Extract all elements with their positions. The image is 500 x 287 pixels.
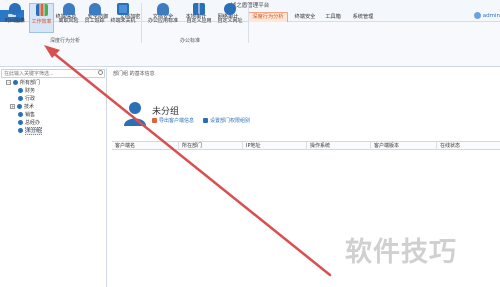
user-menu[interactable]: admin bbox=[473, 12, 500, 22]
work-efficiency-label: 工作效率 bbox=[31, 19, 52, 25]
group-name-title: 未分组 bbox=[152, 107, 180, 117]
department-icon bbox=[18, 112, 23, 117]
tab-deep-behavior[interactable]: 深度行为分析 bbox=[248, 12, 288, 22]
time-image-button[interactable]: 时间图像 bbox=[2, 3, 28, 33]
column-department[interactable]: 所在部门 bbox=[178, 142, 242, 150]
department-icon bbox=[18, 120, 23, 125]
globe-icon bbox=[224, 3, 236, 15]
clock-icon bbox=[9, 3, 21, 15]
person-track-icon bbox=[88, 3, 101, 15]
tab-toolbox[interactable]: 工具箱 bbox=[324, 12, 342, 22]
export-icon bbox=[152, 118, 157, 123]
office-standard-button[interactable]: 办公应用标准 bbox=[144, 3, 182, 33]
ribbon-separator bbox=[248, 3, 249, 43]
custom-url-button[interactable]: 自定义网址 bbox=[215, 3, 245, 33]
tree-item-finance[interactable]: 财务 bbox=[18, 88, 35, 95]
column-client-name[interactable]: 客户端名 bbox=[112, 142, 178, 150]
employee-track-button[interactable]: 员工追踪 bbox=[82, 3, 107, 33]
custom-app-label: 自定义应用 bbox=[186, 18, 212, 24]
department-icon bbox=[18, 96, 23, 101]
settings-icon bbox=[203, 118, 208, 123]
terminal-not-off-label: 终端未关机 bbox=[110, 18, 136, 24]
tree-item-ungrouped[interactable]: 未分组 bbox=[18, 127, 43, 135]
work-efficiency-button[interactable]: 工作效率 bbox=[29, 3, 54, 33]
group-person-icon bbox=[122, 100, 148, 128]
column-os[interactable]: 操作系统 bbox=[306, 142, 370, 150]
export-client-info-link[interactable]: 导出客户端信息 bbox=[152, 117, 194, 124]
tree-item-tech[interactable]: + 技术 bbox=[10, 104, 34, 111]
search-input[interactable] bbox=[1, 69, 105, 78]
tree-item-sales[interactable]: 销售 bbox=[18, 112, 35, 119]
department-icon bbox=[18, 88, 23, 93]
person-risk-icon bbox=[62, 3, 75, 15]
office-person-icon bbox=[157, 3, 169, 15]
employee-track-label: 员工追踪 bbox=[84, 18, 105, 24]
user-name: admin bbox=[482, 13, 500, 19]
set-department-permission-link[interactable]: 设置部门权限组别 bbox=[203, 117, 250, 124]
time-image-label: 时间图像 bbox=[4, 18, 25, 24]
tree-item-admin[interactable]: 行政 bbox=[18, 96, 35, 103]
department-panel bbox=[0, 68, 107, 287]
terminal-not-off-button[interactable]: 终端未关机 bbox=[108, 3, 138, 33]
custom-url-label: 自定义网址 bbox=[217, 18, 243, 24]
monitor-icon bbox=[117, 3, 129, 15]
ribbon-separator bbox=[141, 3, 142, 43]
department-icon bbox=[17, 104, 22, 109]
custom-app-button[interactable]: 自定义应用 bbox=[184, 3, 214, 33]
column-ip-address[interactable]: IP地址 bbox=[242, 142, 306, 150]
tab-terminal-security[interactable]: 终端安全 bbox=[292, 12, 318, 22]
department-icon bbox=[18, 128, 23, 133]
tree-item-gm-office[interactable]: 总经办 bbox=[18, 120, 40, 127]
column-client-version[interactable]: 客户端版本 bbox=[370, 142, 436, 150]
column-online-status[interactable]: 在线状态 bbox=[436, 142, 498, 150]
collapse-icon[interactable]: − bbox=[6, 80, 11, 85]
expand-icon[interactable]: + bbox=[10, 104, 15, 109]
resignation-risk-button[interactable]: 离职风险 bbox=[57, 3, 80, 33]
group-label-office-standard: 办公标准 bbox=[180, 38, 201, 44]
avatar bbox=[473, 12, 481, 19]
search-icon[interactable] bbox=[98, 70, 103, 75]
breadcrumb: 部门组 的基本信息 bbox=[113, 71, 155, 77]
resignation-risk-label: 离职风险 bbox=[58, 18, 79, 24]
department-icon bbox=[13, 80, 18, 85]
bar-chart-icon bbox=[35, 4, 48, 16]
tree-item-all-departments[interactable]: − 所有部门 bbox=[6, 80, 40, 87]
apps-grid-icon bbox=[193, 3, 205, 15]
office-standard-label: 办公应用标准 bbox=[147, 18, 178, 24]
tab-system-mgmt[interactable]: 系统管理 bbox=[350, 12, 376, 22]
group-label-deep-behavior: 深度行为分析 bbox=[50, 38, 81, 44]
watermark: 软件技巧 bbox=[345, 237, 457, 268]
